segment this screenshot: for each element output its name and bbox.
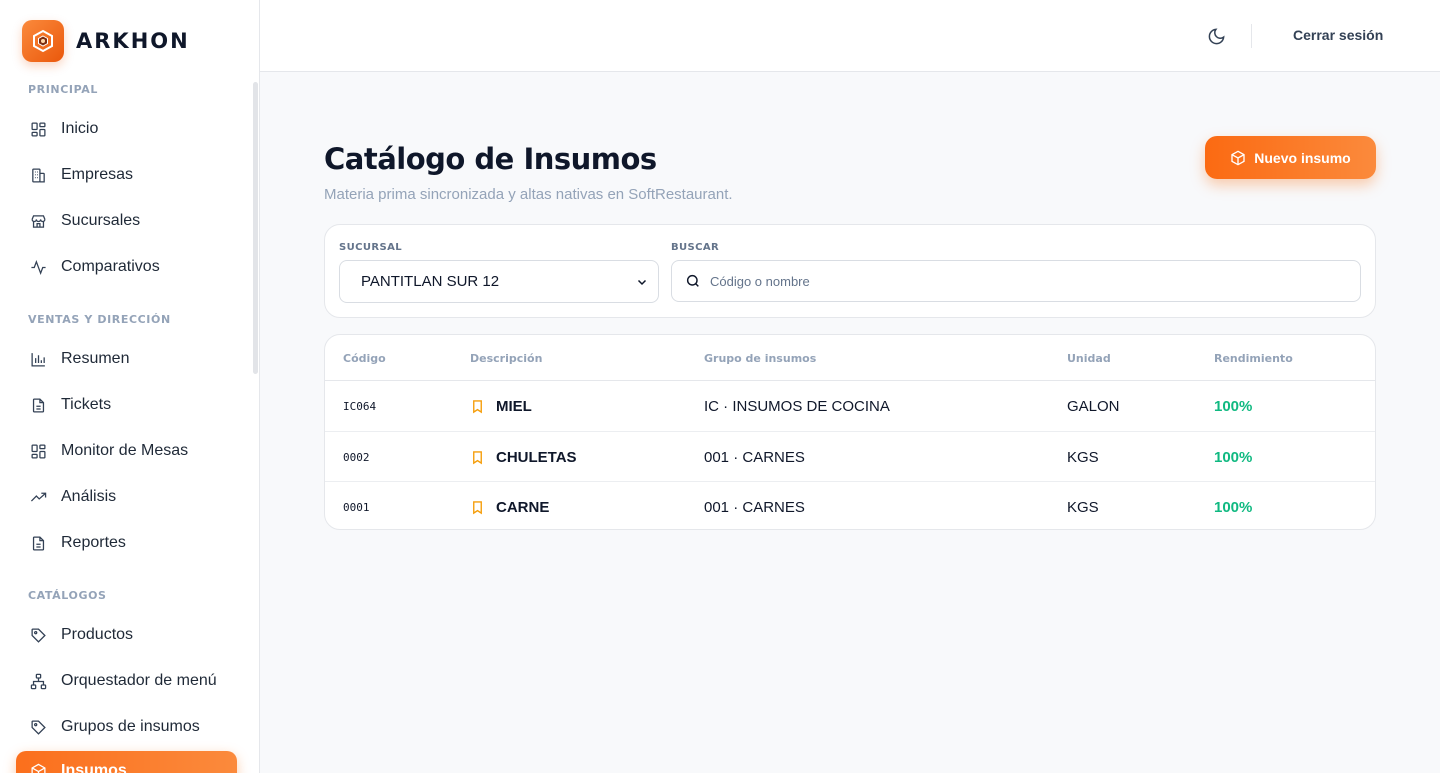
- section-principal: PRINCIPAL: [28, 83, 98, 96]
- topbar: Cerrar sesión: [260, 0, 1440, 72]
- row-unit: KGS: [1067, 448, 1099, 466]
- logo-icon: [22, 20, 64, 62]
- sidebar-item-inicio[interactable]: Inicio: [16, 109, 237, 149]
- bar-chart-icon: [31, 352, 45, 367]
- sidebar-item-label: Empresas: [61, 166, 134, 183]
- branch-select-value: PANTITLAN SUR 12: [361, 273, 500, 290]
- moon-icon: [1208, 27, 1225, 44]
- sidebar-item-label: Reportes: [61, 534, 126, 551]
- grid-icon: [31, 121, 46, 137]
- row-group: 001 · CARNES: [704, 448, 805, 466]
- sidebar-item-label: Análisis: [61, 488, 117, 505]
- bookmark-icon: [473, 399, 482, 413]
- sidebar-item-empresas[interactable]: Empresas: [16, 155, 237, 195]
- section-ventas: VENTAS Y DIRECCIÓN: [28, 313, 171, 326]
- sidebar-item-comparativos[interactable]: Comparativos: [16, 247, 237, 287]
- section-catalogos: CATÁLOGOS: [28, 589, 107, 602]
- sidebar-item-monitor-mesas[interactable]: Monitor de Mesas: [16, 431, 237, 471]
- sidebar-item-label: Inicio: [61, 120, 99, 137]
- brand[interactable]: ARKHON: [22, 20, 190, 62]
- sidebar-item-resumen[interactable]: Resumen: [16, 339, 237, 379]
- sidebar-item-insumos[interactable]: Insumos: [16, 751, 237, 773]
- row-unit: KGS: [1067, 498, 1099, 516]
- chevron-down-icon: [637, 279, 647, 286]
- sidebar-item-analisis[interactable]: Análisis: [16, 477, 237, 517]
- column-header-unidad[interactable]: Unidad: [1067, 352, 1111, 365]
- row-unit: GALON: [1067, 397, 1120, 415]
- sidebar-item-label: Comparativos: [61, 258, 160, 275]
- row-description-text: MIEL: [496, 397, 532, 415]
- row-yield: 100%: [1214, 448, 1253, 466]
- row-code: IC064: [343, 399, 377, 413]
- row-description: CHULETAS: [470, 432, 577, 482]
- activity-icon: [31, 259, 46, 275]
- sidebar-item-label: Grupos de insumos: [61, 718, 200, 735]
- row-yield: 100%: [1214, 397, 1253, 415]
- sidebar-item-tickets[interactable]: Tickets: [16, 385, 237, 425]
- theme-toggle-button[interactable]: [1204, 24, 1228, 48]
- sidebar-item-reportes[interactable]: Reportes: [16, 523, 237, 563]
- table-row[interactable]: 0002 CHULETAS 001 · CARNES KGS 100%: [325, 431, 1375, 481]
- sidebar-item-label: Sucursales: [61, 212, 141, 229]
- bookmark-icon: [473, 450, 482, 464]
- search-label: BUSCAR: [671, 242, 720, 253]
- sidebar-item-productos[interactable]: Productos: [16, 615, 237, 655]
- row-yield: 100%: [1214, 498, 1253, 516]
- sidebar: ARKHON PRINCIPAL Inicio Empresas Sucursa…: [0, 0, 260, 773]
- sidebar-item-label: Insumos: [61, 762, 127, 773]
- sidebar-item-label: Orquestador de menú: [61, 672, 217, 689]
- package-icon: [31, 763, 46, 773]
- tag-icon: [31, 719, 46, 735]
- row-description-text: CHULETAS: [496, 448, 577, 466]
- page-title: Catálogo de Insumos: [324, 142, 657, 176]
- row-description: CARNE: [470, 482, 550, 529]
- logout-button[interactable]: Cerrar sesión: [1293, 27, 1383, 43]
- column-header-rendimiento[interactable]: Rendimiento: [1214, 352, 1293, 365]
- row-description-text: CARNE: [496, 498, 550, 516]
- sidebar-item-orquestador[interactable]: Orquestador de menú: [16, 661, 237, 701]
- trending-up-icon: [30, 492, 47, 501]
- filters-card: SUCURSAL PANTITLAN SUR 12 BUSCAR: [324, 224, 1376, 318]
- row-code: 0002: [343, 450, 370, 464]
- sidebar-item-label: Monitor de Mesas: [61, 442, 189, 459]
- table-row[interactable]: 0001 CARNE 001 · CARNES KGS 100%: [325, 481, 1375, 529]
- row-code: 0001: [343, 500, 370, 514]
- document-icon: [32, 535, 45, 551]
- sidebar-item-label: Productos: [61, 626, 134, 643]
- insumos-table: Código Descripción Grupo de insumos Unid…: [324, 334, 1376, 530]
- column-header-grupo[interactable]: Grupo de insumos: [704, 352, 816, 365]
- column-header-codigo[interactable]: Código: [343, 352, 386, 365]
- sidebar-item-label: Tickets: [61, 396, 112, 413]
- branch-select[interactable]: PANTITLAN SUR 12: [339, 260, 659, 303]
- row-group: 001 · CARNES: [704, 498, 805, 516]
- document-icon: [32, 397, 45, 413]
- sitemap-icon: [30, 673, 47, 689]
- search-icon: [686, 274, 699, 287]
- column-header-descripcion[interactable]: Descripción: [470, 352, 542, 365]
- building-icon: [32, 167, 45, 183]
- grid-icon: [31, 443, 46, 459]
- search-input[interactable]: [710, 273, 1310, 289]
- branch-label: SUCURSAL: [339, 242, 402, 253]
- new-insumo-button[interactable]: Nuevo insumo: [1205, 136, 1376, 179]
- row-description: MIEL: [470, 381, 532, 431]
- brand-name: ARKHON: [76, 29, 190, 53]
- search-field[interactable]: [671, 260, 1361, 302]
- new-insumo-label: Nuevo insumo: [1254, 149, 1351, 166]
- tag-icon: [31, 627, 46, 643]
- header-divider: [1251, 24, 1252, 48]
- bookmark-icon: [473, 500, 482, 514]
- page-subtitle: Materia prima sincronizada y altas nativ…: [324, 186, 733, 203]
- sidebar-scrollbar[interactable]: [253, 82, 258, 374]
- store-icon: [31, 214, 46, 228]
- sidebar-item-label: Resumen: [61, 350, 130, 367]
- sidebar-item-sucursales[interactable]: Sucursales: [16, 201, 237, 241]
- row-group: IC · INSUMOS DE COCINA: [704, 397, 890, 415]
- table-row[interactable]: IC064 MIEL IC · INSUMOS DE COCINA GALON …: [325, 381, 1375, 431]
- package-plus-icon: [1231, 150, 1245, 165]
- sidebar-item-grupos-insumos[interactable]: Grupos de insumos: [16, 707, 237, 747]
